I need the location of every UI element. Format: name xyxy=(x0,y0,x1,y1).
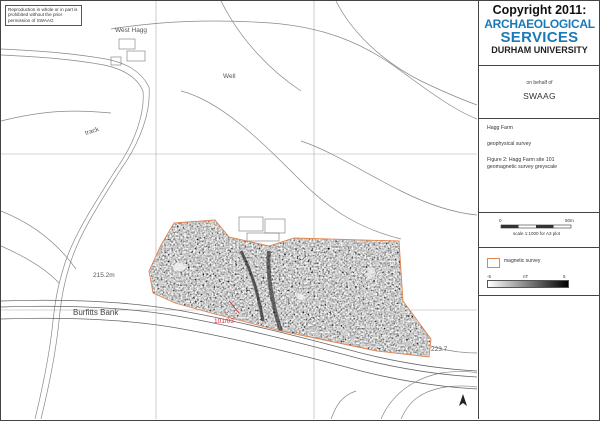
survey-swatch xyxy=(487,258,500,268)
label-burfitts-bank: Burfitts Bank xyxy=(73,308,119,317)
client-block: on behalf of SWAAG xyxy=(479,66,600,119)
copyright-text: Copyright 2011: xyxy=(492,3,587,17)
map-canvas[interactable]: Reproduction in whole or in part is proh… xyxy=(1,1,477,419)
logo-durham-university: DURHAM UNIVERSITY xyxy=(491,45,588,55)
site-name: Hagg Farm xyxy=(487,125,513,131)
legend-block: magnetic survey -5 nT 5 xyxy=(479,248,600,296)
map-linework xyxy=(1,1,477,419)
legend-tick-max: 5 xyxy=(563,274,566,279)
greyscale-ramp xyxy=(487,280,569,288)
field-boundaries xyxy=(1,1,477,419)
north-arrow-icon xyxy=(459,394,467,406)
scale-caption: scale 1:1000 for A3 plot xyxy=(513,231,561,236)
legend-survey-label: magnetic survey xyxy=(504,258,541,264)
legend-tick-unit: nT xyxy=(523,274,529,279)
label-site-code: 101/03 xyxy=(214,318,234,325)
title-panel: Copyright 2011: ARCHAEOLOGICAL SERVICES … xyxy=(478,1,600,419)
magnetic-survey-greyscale xyxy=(149,220,431,357)
figure-info-block: Hagg Farm geophysical survey Figure 2: H… xyxy=(479,119,600,213)
figure-title-line2: geomagnetic survey greyscale xyxy=(487,163,558,170)
label-spot-height-east: 223.7 xyxy=(431,346,448,353)
logo-services: SERVICES xyxy=(500,29,579,46)
legend-tick-min: -5 xyxy=(487,274,492,279)
copyright-notice: Reproduction in whole or in part is proh… xyxy=(5,5,82,26)
scale-start: 0 xyxy=(499,218,502,223)
on-behalf-text: on behalf of xyxy=(526,80,553,86)
client-name: SWAAG xyxy=(523,91,556,101)
scale-end: 50m xyxy=(565,218,574,223)
label-spot-height-west: 215.2m xyxy=(93,272,115,279)
label-west-hagg: West Hagg xyxy=(115,27,148,34)
label-well: Well xyxy=(223,73,236,80)
scale-block: 0 50m scale 1:1000 for A3 plot xyxy=(479,213,600,248)
logo-block: Copyright 2011: ARCHAEOLOGICAL SERVICES … xyxy=(479,1,600,66)
survey-type: geophysical survey xyxy=(487,141,532,148)
grid-lines xyxy=(1,1,477,419)
